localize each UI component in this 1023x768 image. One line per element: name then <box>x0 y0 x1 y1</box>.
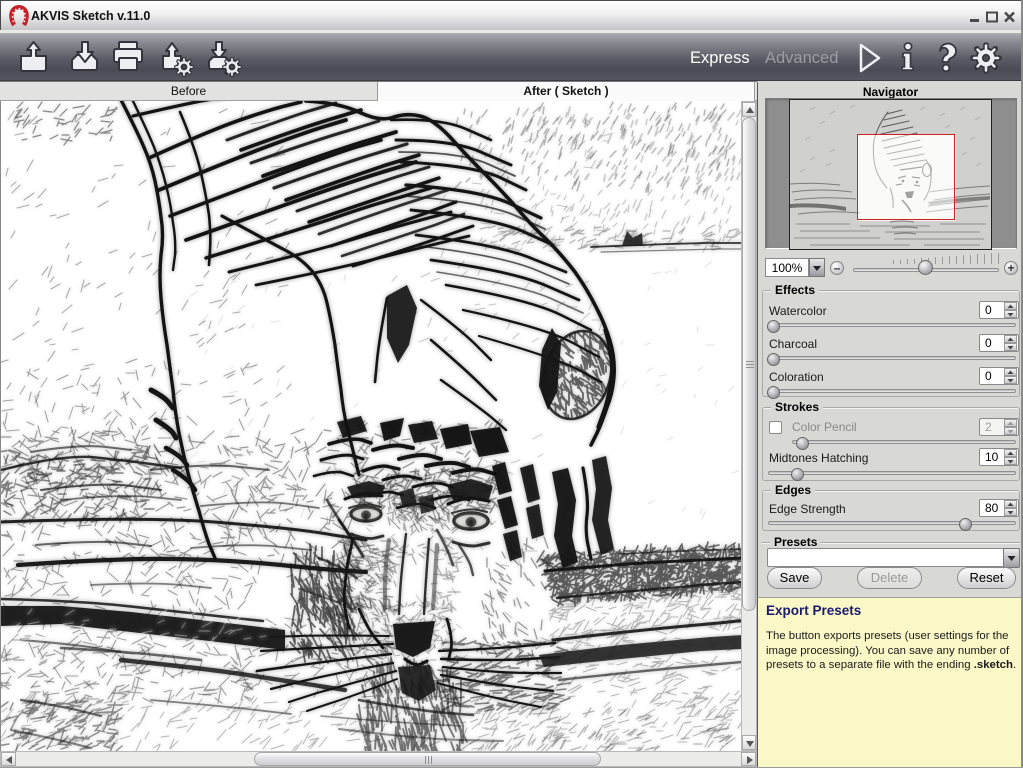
svg-text:Express: Express <box>690 49 750 67</box>
svg-text:Advanced: Advanced <box>765 49 838 67</box>
